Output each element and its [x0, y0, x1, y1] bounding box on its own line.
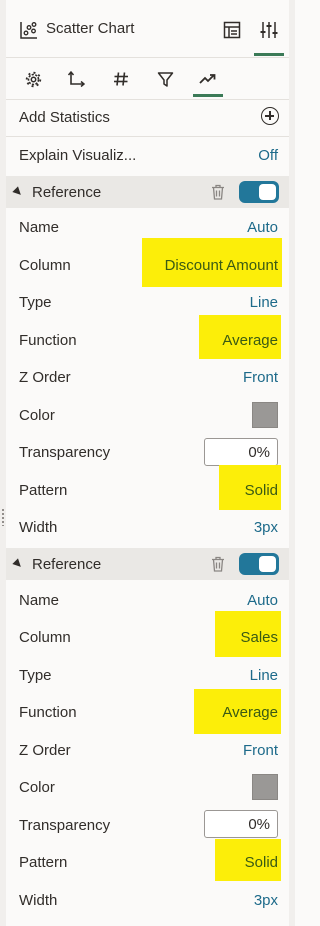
function-label: Function	[19, 704, 77, 721]
reference-section-header[interactable]: Reference	[6, 176, 289, 208]
transparency-label: Transparency	[19, 817, 111, 834]
property-tabs	[6, 58, 289, 100]
reference-enabled-toggle[interactable]	[239, 553, 279, 575]
color-swatch[interactable]	[252, 402, 278, 428]
add-statistics-label: Add Statistics	[19, 109, 110, 126]
toggle-knob	[259, 184, 276, 200]
name-value[interactable]: Auto	[247, 592, 278, 609]
collapse-triangle-icon[interactable]	[12, 558, 24, 570]
pattern-row[interactable]: Pattern Solid	[6, 839, 289, 882]
pattern-label: Pattern	[19, 854, 68, 871]
color-row[interactable]: Color	[6, 397, 289, 435]
panel-header: Scatter Chart	[6, 0, 289, 58]
function-row[interactable]: Function Average	[6, 689, 289, 734]
panel-right-edge	[289, 0, 295, 926]
tab-general[interactable]	[19, 66, 47, 92]
column-value[interactable]: Sales	[240, 629, 278, 646]
pattern-value[interactable]: Solid	[245, 482, 278, 499]
column-row[interactable]: Column Discount Amount	[6, 238, 289, 287]
column-label: Column	[19, 257, 71, 274]
reference-title: Reference	[32, 556, 102, 573]
layout-button[interactable]	[219, 17, 245, 43]
function-value[interactable]: Average	[222, 332, 278, 349]
toggle-knob	[259, 556, 276, 572]
trash-icon[interactable]	[211, 556, 225, 572]
add-circle-icon[interactable]	[261, 107, 279, 125]
width-row[interactable]: Width 3px	[6, 509, 289, 547]
pattern-value[interactable]: Solid	[245, 854, 278, 871]
chart-title: Scatter Chart	[46, 20, 135, 37]
pattern-row[interactable]: Pattern Solid	[6, 465, 289, 510]
function-value[interactable]: Average	[222, 704, 278, 721]
transparency-input[interactable]: 0%	[204, 438, 278, 466]
column-row[interactable]: Column Sales	[6, 611, 289, 657]
z-order-label: Z Order	[19, 742, 71, 759]
color-label: Color	[19, 779, 55, 796]
tab-axis[interactable]	[62, 66, 90, 92]
resize-grip-icon[interactable]	[1, 508, 5, 526]
reference-section-header[interactable]: Reference	[6, 548, 289, 580]
scatter-chart-icon	[20, 22, 37, 39]
name-label: Name	[19, 219, 60, 236]
type-value[interactable]: Line	[250, 667, 278, 684]
tab-analytics[interactable]	[193, 66, 223, 97]
layout-icon	[223, 21, 241, 39]
z-order-value[interactable]: Front	[243, 369, 278, 386]
transparency-input[interactable]: 0%	[204, 810, 278, 838]
explain-visualization-label: Explain Visualiz...	[19, 147, 137, 164]
width-label: Width	[19, 519, 58, 536]
color-row[interactable]: Color	[6, 769, 289, 807]
explain-visualization-row[interactable]: Explain Visualiz... Off	[6, 137, 289, 175]
color-label: Color	[19, 407, 55, 424]
z-order-row[interactable]: Z Order Front	[6, 732, 289, 770]
axis-icon	[67, 70, 85, 88]
properties-panel: Scatter Chart Add Statistics Explain Vis…	[6, 0, 289, 926]
function-label: Function	[19, 332, 77, 349]
name-label: Name	[19, 592, 60, 609]
function-row[interactable]: Function Average	[6, 315, 289, 360]
transparency-value[interactable]: 0%	[248, 816, 270, 833]
add-statistics-row[interactable]: Add Statistics	[6, 99, 289, 137]
transparency-value[interactable]: 0%	[248, 444, 270, 461]
type-label: Type	[19, 667, 52, 684]
filter-icon	[157, 71, 173, 87]
z-order-value[interactable]: Front	[243, 742, 278, 759]
width-value[interactable]: 3px	[254, 892, 278, 909]
trend-icon	[199, 74, 216, 84]
width-value[interactable]: 3px	[254, 519, 278, 536]
column-label: Column	[19, 629, 71, 646]
name-value[interactable]: Auto	[247, 219, 278, 236]
z-order-row[interactable]: Z Order Front	[6, 359, 289, 397]
properties-button[interactable]	[254, 17, 284, 56]
number-icon	[114, 72, 128, 86]
z-order-label: Z Order	[19, 369, 71, 386]
tab-filter[interactable]	[151, 66, 179, 92]
reference-enabled-toggle[interactable]	[239, 181, 279, 203]
collapse-triangle-icon[interactable]	[12, 186, 24, 198]
gear-icon	[25, 71, 41, 87]
width-label: Width	[19, 892, 58, 909]
properties-icon	[260, 22, 278, 38]
reference-title: Reference	[32, 184, 102, 201]
pattern-label: Pattern	[19, 482, 68, 499]
type-value[interactable]: Line	[250, 294, 278, 311]
tab-values[interactable]	[107, 66, 135, 92]
trash-icon[interactable]	[211, 184, 225, 200]
transparency-label: Transparency	[19, 444, 111, 461]
type-label: Type	[19, 294, 52, 311]
explain-visualization-value[interactable]: Off	[258, 147, 278, 164]
color-swatch[interactable]	[252, 774, 278, 800]
width-row[interactable]: Width 3px	[6, 882, 289, 920]
column-value[interactable]: Discount Amount	[165, 257, 278, 274]
